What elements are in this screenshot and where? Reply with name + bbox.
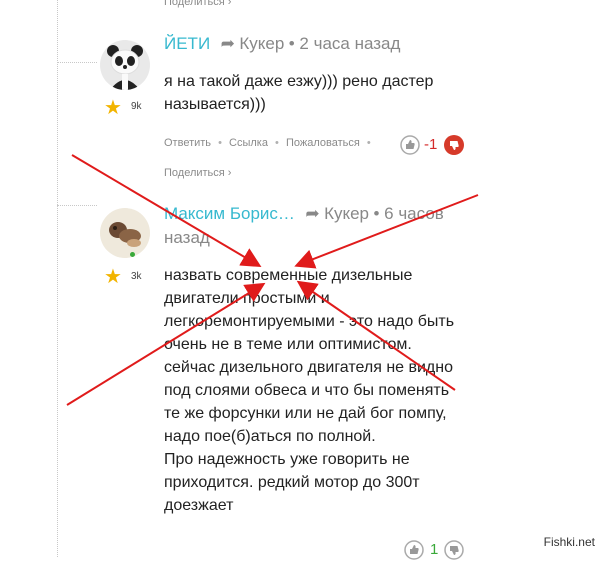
avatar-image-icon — [100, 208, 150, 258]
timestamp[interactable]: • 2 часа назад — [289, 34, 401, 53]
thumb-up-icon[interactable] — [404, 540, 424, 565]
thumb-down-icon[interactable] — [444, 135, 464, 160]
report-button[interactable]: Пожаловаться — [286, 137, 360, 149]
comment-line: сейчас дизельного двигателя не видно — [164, 359, 453, 376]
avatar[interactable] — [100, 40, 150, 90]
watermark: Fishki.net — [541, 535, 597, 549]
separator: • — [366, 137, 371, 149]
timestamp-continued[interactable]: назад — [164, 228, 210, 248]
timestamp[interactable]: • 6 часов — [373, 204, 443, 223]
link-button[interactable]: Ссылка — [229, 137, 268, 149]
comment-line: очень не в теме или оптимистом. — [164, 336, 412, 353]
comment-header: Максим Борис… ➦ Кукер • 6 часов — [164, 204, 444, 224]
comment-line: доезжает — [164, 497, 234, 514]
vote-score: 1 — [430, 541, 439, 558]
online-status-dot — [130, 252, 135, 257]
reply-arrow-icon: ➦ — [305, 204, 320, 223]
comment-line: я на такой даже езжу))) рено дастер — [164, 73, 434, 90]
comment-line: двигатели простыми и — [164, 290, 330, 307]
author-name[interactable]: Максим Борис… — [164, 204, 295, 223]
comment-line: надо пое(б)аться по полной. — [164, 428, 376, 445]
karma-value: 3k — [131, 271, 142, 282]
comment-line: под слоями обвеса и что бы поменять — [164, 382, 450, 399]
reply-to-name[interactable]: Кукер — [324, 204, 369, 223]
comment-line: приходится. редкий мотор до 300т — [164, 474, 420, 491]
reply-arrow-icon: ➦ — [220, 34, 235, 53]
comment-body: назвать современные дизельные двигатели … — [164, 264, 464, 517]
comment-line: Про надежность уже говорить не — [164, 451, 410, 468]
separator: • — [218, 137, 222, 149]
comment: ★ 3k Максим Борис… ➦ Кукер • 6 часов наз… — [0, 200, 599, 560]
star-icon: ★ — [104, 266, 122, 288]
comment-line: называется))) — [164, 96, 266, 113]
comment-body: я на такой даже езжу))) рено дастер назы… — [164, 70, 433, 116]
separator: • — [275, 137, 279, 149]
reply-to-name[interactable]: Кукер — [239, 34, 284, 53]
share-link[interactable]: Поделиться › — [164, 167, 231, 179]
thumb-down-icon[interactable] — [444, 540, 464, 565]
vote-score: -1 — [424, 136, 438, 153]
panda-avatar-icon — [100, 40, 150, 90]
star-icon: ★ — [104, 97, 122, 119]
comment-header: ЙЕТИ ➦ Кукер • 2 часа назад — [164, 34, 400, 54]
author-name[interactable]: ЙЕТИ — [164, 34, 210, 53]
comment-line: те же форсунки или не дай бог помпу, — [164, 405, 447, 422]
comment-actions: Ответить • Ссылка • Пожаловаться • — [164, 137, 375, 149]
comment-line: легкоремонтируемыми - это надо быть — [164, 313, 455, 330]
comment: ★ 9k ЙЕТИ ➦ Кукер • 2 часа назад я на та… — [0, 0, 599, 190]
thumb-up-icon[interactable] — [400, 135, 420, 160]
karma-value: 9k — [131, 101, 142, 112]
comment-line: назвать современные дизельные — [164, 267, 413, 284]
reply-button[interactable]: Ответить — [164, 137, 211, 149]
avatar[interactable] — [100, 208, 150, 258]
